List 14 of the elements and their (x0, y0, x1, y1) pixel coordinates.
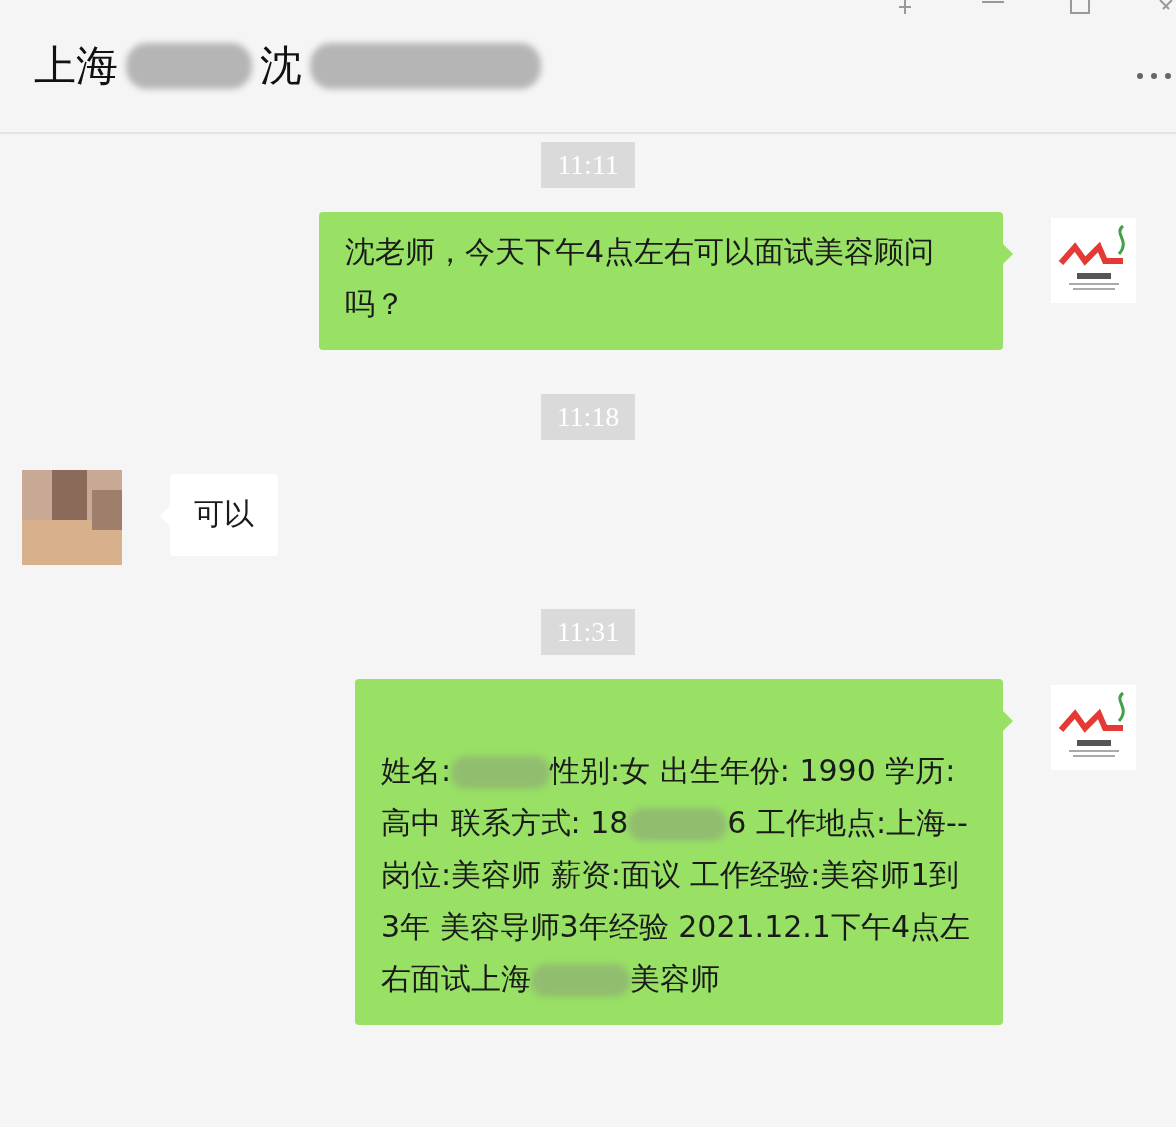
bubble-tail (1003, 244, 1013, 264)
message-bubble: 姓名: 性别:女 出生年份: 1990 学历:高中 联系方式: 18 6 工作地点:上海-- 岗位:美容师 薪资:面议 工作经验:美容师1到3年 美容导师3年经验 2021.12.1下午4点左右面试上海 美容师 (355, 679, 1003, 1025)
message-bubble: 可以 (170, 474, 278, 556)
logo-icon[interactable] (1051, 218, 1136, 303)
close-icon[interactable] (1156, 0, 1176, 10)
avatar[interactable] (22, 470, 122, 565)
message-bubble: 沈老师，今天下午4点左右可以面试美容顾问吗？ (319, 212, 1003, 350)
maximize-icon[interactable] (1070, 0, 1090, 14)
bubble-tail (1003, 711, 1013, 731)
logo-icon[interactable] (1051, 685, 1136, 770)
chat-title: 上海 (34, 40, 118, 92)
chat-title: 沈 (260, 40, 302, 92)
minimize-icon[interactable] (982, 0, 1004, 4)
more-icon[interactable] (1136, 72, 1172, 80)
